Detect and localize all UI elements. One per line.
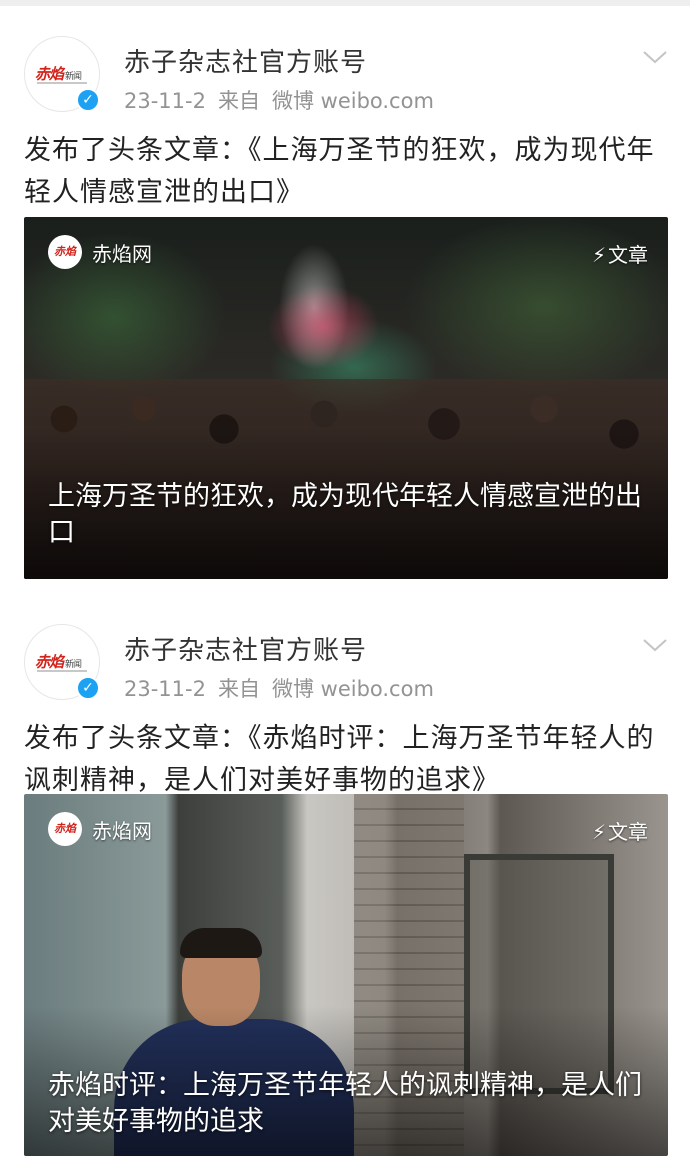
post-meta: 23-11-2 来自 微博 weibo.com bbox=[124, 673, 446, 703]
source-name: 赤焰网 bbox=[92, 241, 152, 266]
post-meta: 23-11-2 来自 微博 weibo.com bbox=[124, 85, 446, 115]
card-type-label: ⚡ 文章 bbox=[591, 243, 648, 267]
article-title: 上海万圣节的狂欢，成为现代年轻人情感宣泄的出口 bbox=[48, 481, 642, 548]
feed-post: 赤焰 新闻 ✓ 赤子杂志社官方账号 23-11-2 来自 微博 weibo.com 发… bbox=[0, 594, 690, 1169]
chevron-down-icon[interactable] bbox=[642, 46, 668, 68]
article-card[interactable]: 赤焰 赤焰网 ⚡ 文章 赤焰时评：上海万圣节年轻人的讽刺精神，是人们对美好事物的追… bbox=[24, 794, 668, 1156]
post-date: 23-11-2 bbox=[124, 677, 206, 701]
card-source: 赤焰 赤焰网 bbox=[48, 812, 152, 846]
article-title: 赤焰时评：上海万圣节年轻人的讽刺精神，是人们对美好事物的追求 bbox=[48, 1070, 642, 1137]
avatar-logo-underline bbox=[37, 670, 87, 672]
avatar-logo: 赤焰 新闻 bbox=[35, 653, 82, 671]
card-source: 赤焰 赤焰网 bbox=[48, 235, 152, 269]
person-hair bbox=[180, 928, 262, 958]
account-name[interactable]: 赤子杂志社官方账号 bbox=[124, 42, 367, 79]
avatar-logo: 赤焰 新闻 bbox=[35, 65, 82, 83]
post-source-app[interactable]: 微博 weibo.com bbox=[272, 677, 434, 701]
avatar-logo-underline bbox=[37, 82, 87, 84]
chevron-down-icon[interactable] bbox=[642, 634, 668, 656]
post-text: 发布了头条文章：《赤焰时评：上海万圣节年轻人的讽刺精神，是人们对美好事物的追求》 bbox=[24, 723, 655, 796]
article-card[interactable]: 赤焰 赤焰网 ⚡ 文章 上海万圣节的狂欢，成为现代年轻人情感宣泄的出口 bbox=[24, 217, 668, 579]
verified-icon: ✓ bbox=[76, 88, 100, 112]
verified-icon: ✓ bbox=[76, 676, 100, 700]
source-name: 赤焰网 bbox=[92, 818, 152, 843]
post-text: 发布了头条文章：《上海万圣节的狂欢，成为现代年轻人情感宣泄的出口》 bbox=[24, 135, 655, 208]
lightning-icon: ⚡ bbox=[591, 820, 606, 844]
lightning-icon: ⚡ bbox=[591, 243, 606, 267]
source-logo-icon: 赤焰 bbox=[48, 235, 82, 269]
post-source-prefix: 来自 bbox=[217, 89, 260, 113]
post-date: 23-11-2 bbox=[124, 89, 206, 113]
post-source-prefix: 来自 bbox=[217, 677, 260, 701]
feed-post: 赤焰 新闻 ✓ 赤子杂志社官方账号 23-11-2 来自 微博 weibo.com 发… bbox=[0, 6, 690, 594]
account-name[interactable]: 赤子杂志社官方账号 bbox=[124, 630, 367, 667]
post-source-app[interactable]: 微博 weibo.com bbox=[272, 89, 434, 113]
card-type-label: ⚡ 文章 bbox=[591, 820, 648, 844]
source-logo-icon: 赤焰 bbox=[48, 812, 82, 846]
